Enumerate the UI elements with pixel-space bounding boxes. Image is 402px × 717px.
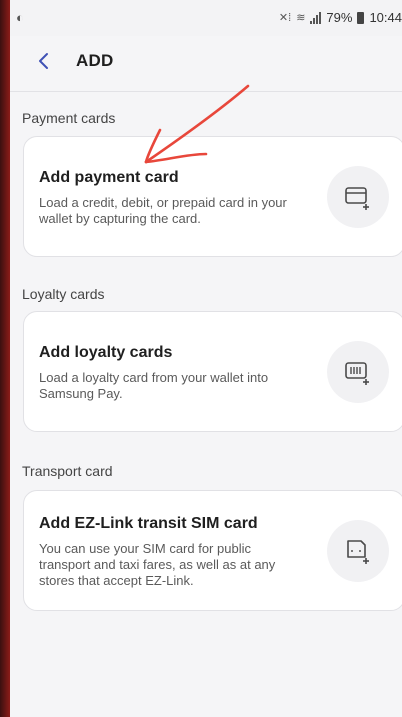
card-description: Load a credit, debit, or prepaid card in… bbox=[39, 195, 287, 226]
battery-icon bbox=[357, 11, 365, 24]
notification-dot-icon: ◐ bbox=[16, 10, 24, 25]
status-bar: ◐ ✕⁞ ≋ 79% 10:44 bbox=[10, 0, 402, 36]
divider bbox=[10, 91, 402, 92]
card-description: Load a loyalty card from your wallet int… bbox=[39, 370, 269, 401]
card-title: Add loyalty cards bbox=[39, 344, 173, 361]
mute-icon: ✕⁞ bbox=[278, 12, 292, 24]
status-indicators: ✕⁞ ≋ 79% 10:44 bbox=[279, 10, 402, 25]
signal-icon bbox=[310, 11, 322, 24]
card-add-icon bbox=[327, 166, 389, 228]
section-label-loyalty: Loyalty cards bbox=[22, 286, 105, 302]
wifi-icon: ≋ bbox=[296, 12, 306, 24]
card-title: Add EZ-Link transit SIM card bbox=[39, 515, 258, 532]
card-description: You can use your SIM card for public tra… bbox=[39, 541, 276, 588]
page-title: ADD bbox=[76, 51, 114, 70]
card-title: Add payment card bbox=[39, 169, 179, 186]
status-time: 10:44 bbox=[369, 10, 402, 25]
section-label-transport: Transport card bbox=[22, 463, 113, 479]
battery-percent: 79% bbox=[326, 10, 353, 25]
section-label-payment: Payment cards bbox=[22, 110, 116, 126]
add-payment-card-button[interactable]: Add payment card Load a credit, debit, o… bbox=[23, 136, 402, 257]
barcode-add-icon bbox=[327, 341, 389, 403]
sim-card-add-icon bbox=[327, 520, 389, 582]
app-bar: ADD bbox=[10, 38, 402, 84]
add-loyalty-card-button[interactable]: Add loyalty cards Load a loyalty card fr… bbox=[23, 311, 402, 432]
add-ez-link-card-button[interactable]: Add EZ-Link transit SIM card You can use… bbox=[23, 490, 402, 611]
chevron-left-icon[interactable] bbox=[34, 51, 54, 71]
screen: ◐ ✕⁞ ≋ 79% 10:44 ADD Payment cards Add p… bbox=[10, 0, 402, 717]
